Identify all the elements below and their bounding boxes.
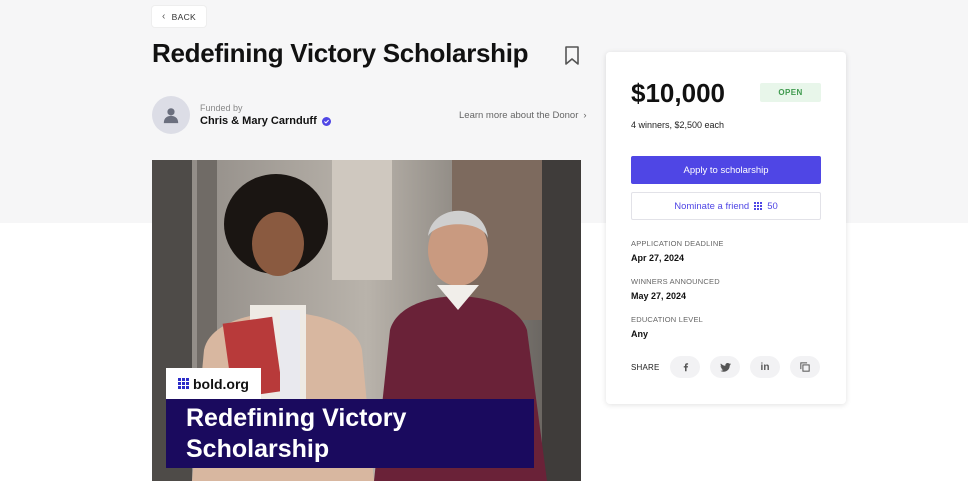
hero-caption-line2: Scholarship	[186, 435, 330, 463]
copy-icon	[800, 362, 810, 372]
apply-button[interactable]: Apply to scholarship	[631, 156, 821, 184]
award-amount: $10,000	[631, 78, 725, 108]
linkedin-share-button[interactable]: in	[750, 356, 780, 378]
chevron-left-icon: ‹	[162, 11, 166, 22]
grid-icon	[754, 202, 763, 210]
donor-name: Chris & Mary Carnduff	[200, 115, 331, 127]
winners-info: 4 winners, $2,500 each	[631, 120, 725, 130]
hero-caption: Redefining Victory Scholarship	[166, 399, 534, 468]
deadline-label: APPLICATION DEADLINE	[631, 239, 724, 248]
brand-logo: bold.org	[166, 368, 261, 399]
twitter-icon	[719, 362, 731, 372]
nominate-count: 50	[767, 200, 778, 212]
verified-icon	[321, 116, 331, 126]
donor-section: Funded by Chris & Mary Carnduff	[152, 96, 331, 134]
share-label: SHARE	[631, 363, 660, 372]
deadline-value: Apr 27, 2024	[631, 253, 685, 263]
learn-more-donor-link[interactable]: Learn more about the Donor ›	[459, 110, 587, 121]
twitter-share-button[interactable]	[710, 356, 740, 378]
winners-announced-value: May 27, 2024	[631, 291, 687, 301]
back-button[interactable]: ‹ BACK	[152, 6, 206, 27]
linkedin-icon: in	[760, 361, 770, 373]
user-icon	[163, 108, 179, 124]
hero-image: bold.org Redefining Victory Scholarship	[152, 160, 581, 481]
nominate-label: Nominate a friend	[674, 200, 750, 212]
copy-link-button[interactable]	[790, 356, 820, 378]
facebook-share-button[interactable]	[670, 356, 700, 378]
winners-announced-label: WINNERS ANNOUNCED	[631, 277, 720, 286]
status-badge: OPEN	[760, 83, 821, 102]
education-level-label: EDUCATION LEVEL	[631, 315, 704, 324]
brand-text: bold.org	[193, 375, 249, 392]
facebook-icon	[683, 363, 688, 372]
chevron-right-icon: ›	[583, 110, 587, 121]
page-title: Redefining Victory Scholarship	[152, 38, 529, 68]
hero-caption-line1: Redefining Victory	[186, 404, 407, 432]
learn-more-label: Learn more about the Donor	[459, 110, 579, 121]
avatar	[152, 96, 190, 134]
nominate-button[interactable]: Nominate a friend 50	[631, 192, 821, 220]
bookmark-icon[interactable]	[564, 46, 580, 66]
funded-by-label: Funded by	[200, 103, 243, 113]
donor-name-text: Chris & Mary Carnduff	[200, 115, 317, 127]
education-level-value: Any	[631, 329, 649, 339]
grid-icon	[178, 378, 189, 389]
scholarship-card: $10,000 OPEN 4 winners, $2,500 each Appl…	[606, 52, 846, 404]
back-label: BACK	[171, 11, 196, 22]
